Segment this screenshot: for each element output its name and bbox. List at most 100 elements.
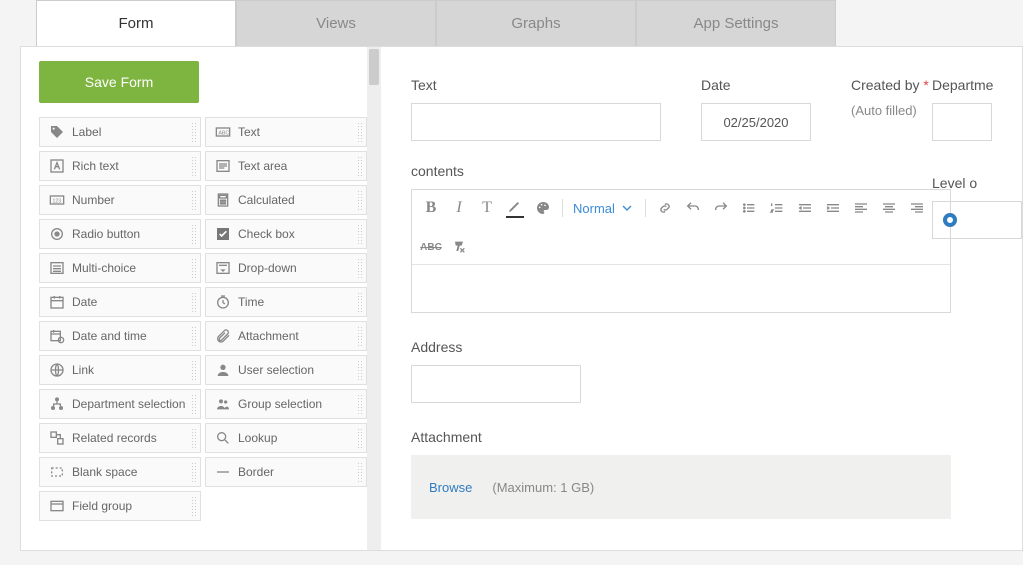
outdent-button[interactable] — [796, 199, 814, 217]
field-dropdown-text: Drop-down — [238, 261, 297, 275]
department-input[interactable] — [932, 103, 992, 141]
fieldgroup-icon — [46, 495, 68, 517]
chevron-down-icon — [619, 200, 635, 216]
user-icon — [212, 359, 234, 381]
field-lookup[interactable]: Lookup — [205, 423, 367, 453]
indent-button[interactable] — [824, 199, 842, 217]
grip-icon — [191, 428, 197, 448]
org-icon — [46, 393, 68, 415]
field-deptselection[interactable]: Department selection — [39, 389, 201, 419]
datetime-icon — [46, 325, 68, 347]
date-input[interactable]: 02/25/2020 — [701, 103, 811, 141]
field-calculated[interactable]: Calculated — [205, 185, 367, 215]
field-block-contents[interactable]: contents B I T Normal — [411, 163, 1022, 313]
tab-settings-label: App Settings — [693, 15, 778, 32]
bold-button[interactable]: B — [422, 199, 440, 217]
field-related-text: Related records — [72, 431, 157, 445]
svg-text:ABC: ABC — [218, 131, 229, 137]
list-ol-button[interactable] — [768, 199, 786, 217]
field-dropdown[interactable]: Drop-down — [205, 253, 367, 283]
field-groupselection[interactable]: Group selection — [205, 389, 367, 419]
field-block-address[interactable]: Address — [411, 339, 1022, 403]
field-attachment[interactable]: Attachment — [205, 321, 367, 351]
rte-body[interactable] — [412, 264, 950, 312]
checkbox-icon — [212, 223, 234, 245]
group-icon — [212, 393, 234, 415]
grip-icon — [357, 122, 363, 142]
level-radio-option[interactable] — [932, 201, 1022, 239]
pencil-icon — [507, 198, 523, 214]
grip-icon — [357, 224, 363, 244]
field-palette: Save Form Label ABC Text Rich text — [21, 47, 381, 550]
field-datetime-text: Date and time — [72, 329, 147, 343]
field-block-level[interactable]: Level o — [932, 175, 1022, 239]
align-center-icon — [881, 200, 897, 216]
clear-format-button[interactable] — [450, 238, 468, 256]
field-richtext-text: Rich text — [72, 159, 119, 173]
tab-views[interactable]: Views — [236, 0, 436, 46]
field-block-department[interactable]: Departme — [932, 77, 1022, 141]
scrollbar-thumb[interactable] — [369, 49, 379, 85]
tab-graphs[interactable]: Graphs — [436, 0, 636, 46]
createdby-label: Created by * — [851, 77, 929, 93]
font-size-button[interactable]: T — [478, 199, 496, 217]
field-deptselection-text: Department selection — [72, 397, 185, 411]
save-form-button[interactable]: Save Form — [39, 61, 199, 103]
field-userselection[interactable]: User selection — [205, 355, 367, 385]
field-blank-text: Blank space — [72, 465, 137, 479]
grip-icon — [357, 394, 363, 414]
tab-form[interactable]: Form — [36, 0, 236, 46]
field-fieldgroup[interactable]: Field group — [39, 491, 201, 521]
undo-button[interactable] — [684, 199, 702, 217]
field-text[interactable]: ABC Text — [205, 117, 367, 147]
field-calculated-text: Calculated — [238, 193, 295, 207]
align-right-button[interactable] — [908, 199, 926, 217]
field-block-createdby[interactable]: Created by * (Auto filled) — [851, 77, 929, 118]
field-richtext[interactable]: Rich text — [39, 151, 201, 181]
field-checkbox[interactable]: Check box — [205, 219, 367, 249]
field-datetime[interactable]: Date and time — [39, 321, 201, 351]
radio-icon — [46, 223, 68, 245]
sidebar-scrollbar[interactable] — [367, 47, 381, 550]
field-userselection-text: User selection — [238, 363, 314, 377]
field-blank[interactable]: Blank space — [39, 457, 201, 487]
field-radio[interactable]: Radio button — [39, 219, 201, 249]
align-left-button[interactable] — [852, 199, 870, 217]
field-label[interactable]: Label — [39, 117, 201, 147]
field-textarea[interactable]: Text area — [205, 151, 367, 181]
field-link[interactable]: Link — [39, 355, 201, 385]
field-multichoice[interactable]: Multi-choice — [39, 253, 201, 283]
paperclip-icon — [212, 325, 234, 347]
field-border[interactable]: Border — [205, 457, 367, 487]
link-button[interactable] — [656, 199, 674, 217]
svg-text:123: 123 — [52, 199, 61, 205]
strike-button[interactable]: ABC — [422, 238, 440, 256]
clear-format-icon — [451, 239, 467, 255]
field-number[interactable]: 123 Number — [39, 185, 201, 215]
textarea-icon — [212, 155, 234, 177]
address-input[interactable] — [411, 365, 581, 403]
field-block-date[interactable]: Date 02/25/2020 — [701, 77, 811, 141]
field-time[interactable]: Time — [205, 287, 367, 317]
browse-link[interactable]: Browse — [429, 480, 472, 495]
redo-button[interactable] — [712, 199, 730, 217]
grip-icon — [191, 394, 197, 414]
tab-settings[interactable]: App Settings — [636, 0, 836, 46]
contents-label: contents — [411, 163, 1022, 179]
text-input[interactable] — [411, 103, 661, 141]
italic-button[interactable]: I — [450, 199, 468, 217]
field-related[interactable]: Related records — [39, 423, 201, 453]
attachment-dropzone[interactable]: Browse (Maximum: 1 GB) — [411, 455, 951, 519]
text-color-button[interactable] — [506, 198, 524, 218]
save-form-label: Save Form — [85, 74, 153, 90]
field-block-text[interactable]: Text — [411, 77, 661, 141]
grip-icon — [191, 258, 197, 278]
align-center-button[interactable] — [880, 199, 898, 217]
palette-button[interactable] — [534, 199, 552, 217]
field-border-text: Border — [238, 465, 274, 479]
list-ul-button[interactable] — [740, 199, 758, 217]
field-date[interactable]: Date — [39, 287, 201, 317]
field-block-attachment[interactable]: Attachment Browse (Maximum: 1 GB) — [411, 429, 1022, 519]
list-ul-icon — [741, 200, 757, 216]
format-dropdown[interactable]: Normal — [573, 200, 635, 216]
